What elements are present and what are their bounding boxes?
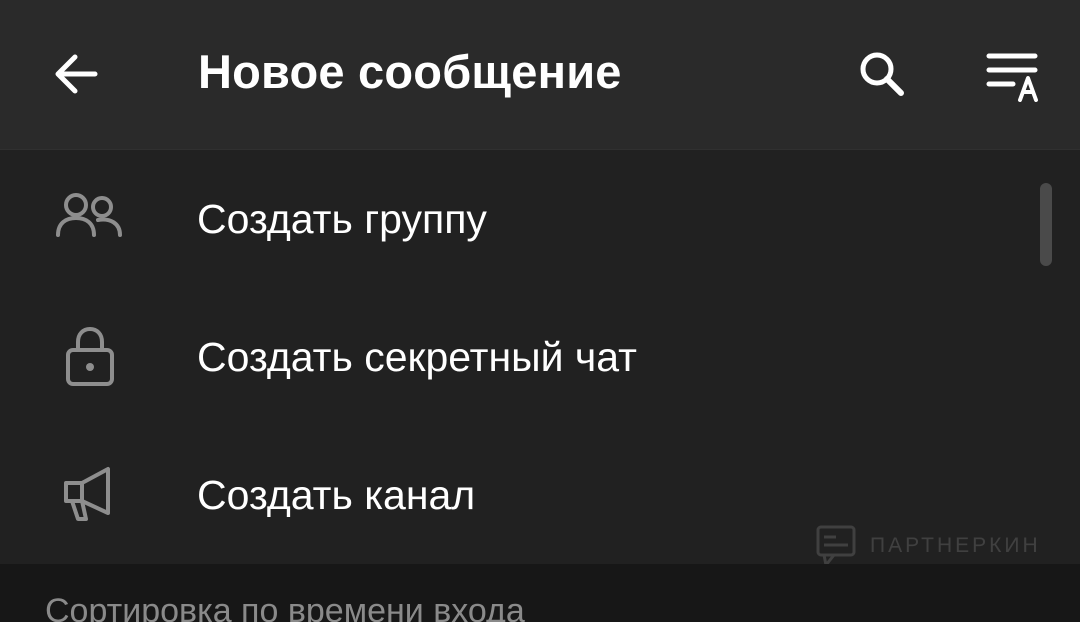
create-group-item[interactable]: Создать группу: [0, 150, 1080, 288]
create-secret-chat-label: Создать секретный чат: [197, 334, 637, 380]
page-title: Новое сообщение: [198, 45, 622, 98]
watermark-text: ПАРТНЕРКИН: [870, 534, 1041, 557]
search-icon: [860, 52, 904, 96]
chat-bubble-icon: [816, 525, 856, 567]
sort-section-header: Сортировка по времени входа: [0, 564, 1080, 622]
arrow-left-icon: [55, 54, 98, 94]
create-secret-chat-item[interactable]: Создать секретный чат: [0, 288, 1080, 426]
back-button[interactable]: [36, 34, 116, 114]
group-icon: [52, 184, 128, 254]
action-menu: Создать группу Создать секретный чат Соз…: [0, 150, 1080, 564]
sort-button[interactable]: [974, 34, 1054, 114]
toolbar: Новое сообщение: [0, 0, 1080, 150]
create-channel-label: Создать канал: [197, 472, 476, 518]
sort-section-title: Сортировка по времени входа: [45, 592, 525, 622]
search-button[interactable]: [842, 34, 922, 114]
watermark: ПАРТНЕРКИН: [816, 524, 1041, 568]
scrollbar[interactable]: [1040, 183, 1052, 266]
megaphone-icon: [52, 460, 128, 530]
new-message-screen: Новое сообщение Создать группу Создать с…: [0, 0, 1080, 622]
lock-icon: [52, 322, 128, 392]
create-group-label: Создать группу: [197, 196, 487, 242]
sort-alpha-icon: [986, 53, 1038, 102]
